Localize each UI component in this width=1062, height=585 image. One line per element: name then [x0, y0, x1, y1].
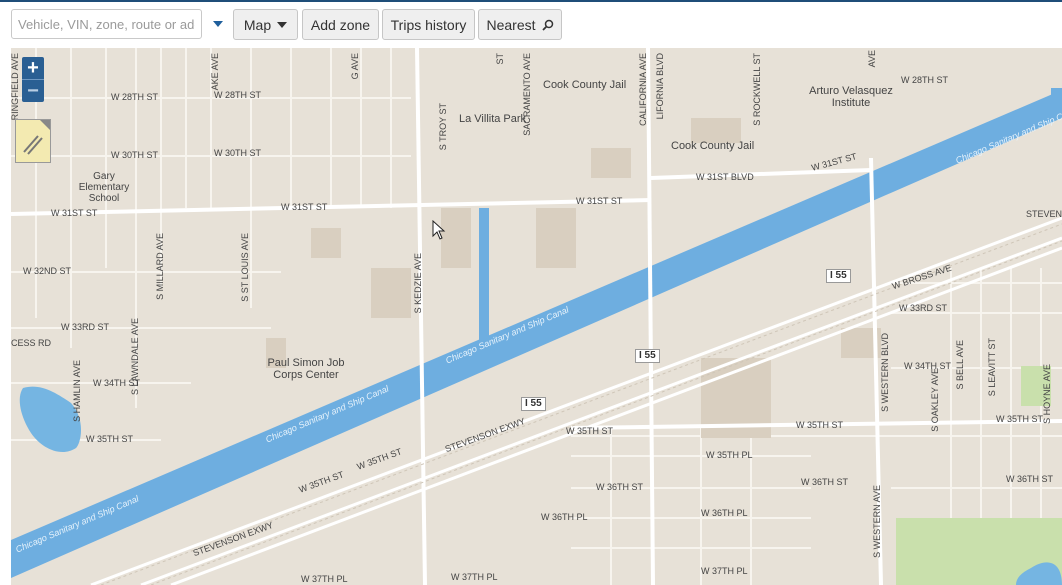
street-label: W 36TH PL [701, 508, 748, 518]
street-label: W 31ST ST [576, 196, 623, 206]
street-label: S ROCKWELL ST [752, 53, 762, 126]
street-label: W 36TH ST [596, 482, 644, 492]
add-zone-button[interactable]: Add zone [302, 9, 379, 40]
street-label: CESS RD [11, 338, 52, 348]
street-label: S KEDZIE AVE [413, 253, 423, 314]
place-label: La Villita Park [459, 113, 527, 125]
place-label: Paul Simon Job Corps Center [267, 357, 345, 382]
street-label: W 35TH ST [796, 420, 844, 430]
street-label: W 31ST ST [281, 202, 328, 212]
street-label: LIFORNIA BLVD [655, 53, 665, 120]
layers-button[interactable] [15, 119, 51, 163]
street-label: S HOYNE AVE [1042, 364, 1052, 424]
nearest-label: Nearest [486, 16, 536, 33]
map-canvas[interactable]: W 28TH ST W 28TH ST W 28TH ST W 30TH ST … [11, 48, 1062, 585]
highway-shield: I 55 [521, 397, 546, 411]
toolbar: Map Add zone Trips history Nearest [0, 2, 1062, 48]
search-input[interactable] [11, 9, 202, 39]
street-label: S WESTERN AVE [872, 485, 882, 558]
place-label: Arturo Velasquez Institute [809, 85, 893, 110]
layers-icon [23, 120, 50, 155]
trips-history-button[interactable]: Trips history [382, 9, 475, 40]
street-label: W 28TH ST [901, 75, 949, 85]
street-label: W 35TH PL [706, 450, 753, 460]
street-label: STEVEN [1026, 209, 1062, 219]
street-label: ST [495, 53, 505, 65]
add-zone-label: Add zone [310, 16, 371, 33]
map-button[interactable]: Map [233, 9, 298, 40]
zoom-out-button[interactable]: − [22, 79, 44, 102]
street-label: W 30TH ST [214, 148, 262, 158]
street-label: S LEAVITT ST [987, 338, 997, 397]
street-label: S TROY ST [438, 103, 448, 151]
mouse-cursor-icon [432, 220, 446, 240]
street-label: AKE AVE [210, 53, 220, 91]
street-label: W 28TH ST [111, 92, 159, 102]
street-label: W 35TH ST [86, 434, 134, 444]
search-icon [541, 19, 553, 31]
street-label: G AVE [350, 53, 360, 80]
street-label: CALIFORNIA AVE [638, 53, 648, 126]
street-label: S WESTERN BLVD [880, 333, 890, 412]
street-label: W 33RD ST [61, 322, 110, 332]
street-label: S MILLARD AVE [155, 233, 165, 300]
search-dropdown-caret-icon[interactable] [213, 21, 223, 27]
street-label: W 35TH ST [566, 426, 614, 436]
street-label: W 31ST ST [51, 208, 98, 218]
highway-shield: I 55 [635, 349, 660, 363]
street-label: S OAKLEY AVE [930, 368, 940, 432]
map-button-label: Map [243, 16, 272, 33]
street-label: S HAMLIN AVE [72, 360, 82, 422]
trips-history-label: Trips history [390, 16, 467, 33]
street-label: W 36TH PL [541, 512, 588, 522]
street-label: W 31ST BLVD [696, 172, 754, 182]
street-label: W 35TH ST [996, 414, 1044, 424]
street-label: AVE [867, 50, 877, 68]
street-label: W 37TH PL [301, 574, 348, 584]
place-label: Cook County Jail [543, 79, 627, 91]
zoom-in-button[interactable]: + [22, 57, 44, 79]
nearest-button[interactable]: Nearest [478, 9, 562, 40]
highway-shield: I 55 [826, 269, 851, 283]
street-label: RINGFIELD AVE [11, 53, 20, 121]
street-label: W 30TH ST [111, 150, 159, 160]
street-label: W 36TH ST [801, 477, 849, 487]
street-label: W 32ND ST [23, 266, 72, 276]
zoom-control: + − [22, 57, 44, 102]
street-label: S LAWNDALE AVE [130, 318, 140, 396]
chevron-down-icon [277, 21, 288, 28]
street-label: S BELL AVE [955, 340, 965, 390]
street-label: W 37TH PL [451, 572, 498, 582]
place-label: Gary Elementary School [78, 171, 130, 204]
street-label: W 34TH ST [904, 361, 952, 371]
street-label: W 36TH ST [1006, 474, 1054, 484]
street-label: S ST LOUIS AVE [240, 233, 250, 302]
street-label: W 37TH PL [701, 566, 748, 576]
street-label: W 28TH ST [214, 90, 262, 100]
street-label: W 33RD ST [899, 303, 948, 313]
place-label: Cook County Jail [671, 140, 755, 152]
